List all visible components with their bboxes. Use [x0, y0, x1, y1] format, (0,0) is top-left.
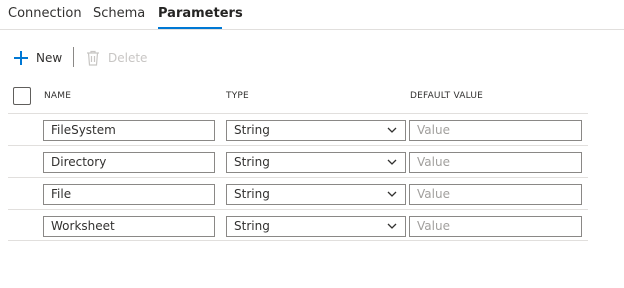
trash-icon: [87, 50, 99, 66]
default-value-input[interactable]: Value: [409, 216, 582, 237]
default-value-input[interactable]: Value: [409, 184, 582, 205]
chevron-down-icon: [387, 127, 397, 133]
type-dropdown[interactable]: String: [226, 184, 406, 205]
tab-connection[interactable]: Connection: [8, 6, 82, 21]
active-tab-indicator: [158, 27, 222, 29]
column-header-type: TYPE: [226, 91, 249, 101]
name-input[interactable]: FileSystem: [43, 120, 215, 141]
default-value-input[interactable]: Value: [409, 152, 582, 173]
table-row: FileSystem String Value: [8, 113, 588, 145]
type-dropdown-value: String: [234, 155, 270, 169]
type-dropdown[interactable]: String: [226, 152, 406, 173]
type-dropdown[interactable]: String: [226, 216, 406, 237]
name-input[interactable]: File: [43, 184, 215, 205]
delete-button[interactable]: Delete: [86, 48, 147, 68]
table-row: File String Value: [8, 177, 588, 209]
tab-bar: Connection Schema Parameters: [0, 0, 624, 30]
tab-schema[interactable]: Schema: [93, 6, 145, 21]
default-value-input[interactable]: Value: [409, 120, 582, 141]
table-row: Worksheet String Value: [8, 209, 588, 241]
chevron-down-icon: [387, 159, 397, 165]
name-input[interactable]: Directory: [43, 152, 215, 173]
chevron-down-icon: [387, 191, 397, 197]
type-dropdown-value: String: [234, 123, 270, 137]
table-row: Directory String Value: [8, 145, 588, 177]
name-input[interactable]: Worksheet: [43, 216, 215, 237]
plus-icon: [14, 51, 28, 65]
type-dropdown[interactable]: String: [226, 120, 406, 141]
type-dropdown-value: String: [234, 219, 270, 233]
new-button[interactable]: New: [14, 48, 62, 68]
column-header-default-value: DEFAULT VALUE: [410, 91, 484, 101]
select-all-checkbox[interactable]: [13, 87, 31, 105]
tab-parameters[interactable]: Parameters: [158, 6, 243, 21]
type-dropdown-value: String: [234, 187, 270, 201]
delete-button-label: Delete: [108, 51, 148, 65]
chevron-down-icon: [387, 223, 397, 229]
toolbar-separator: [73, 47, 74, 67]
column-header-name: NAME: [44, 91, 72, 101]
new-button-label: New: [36, 51, 63, 65]
